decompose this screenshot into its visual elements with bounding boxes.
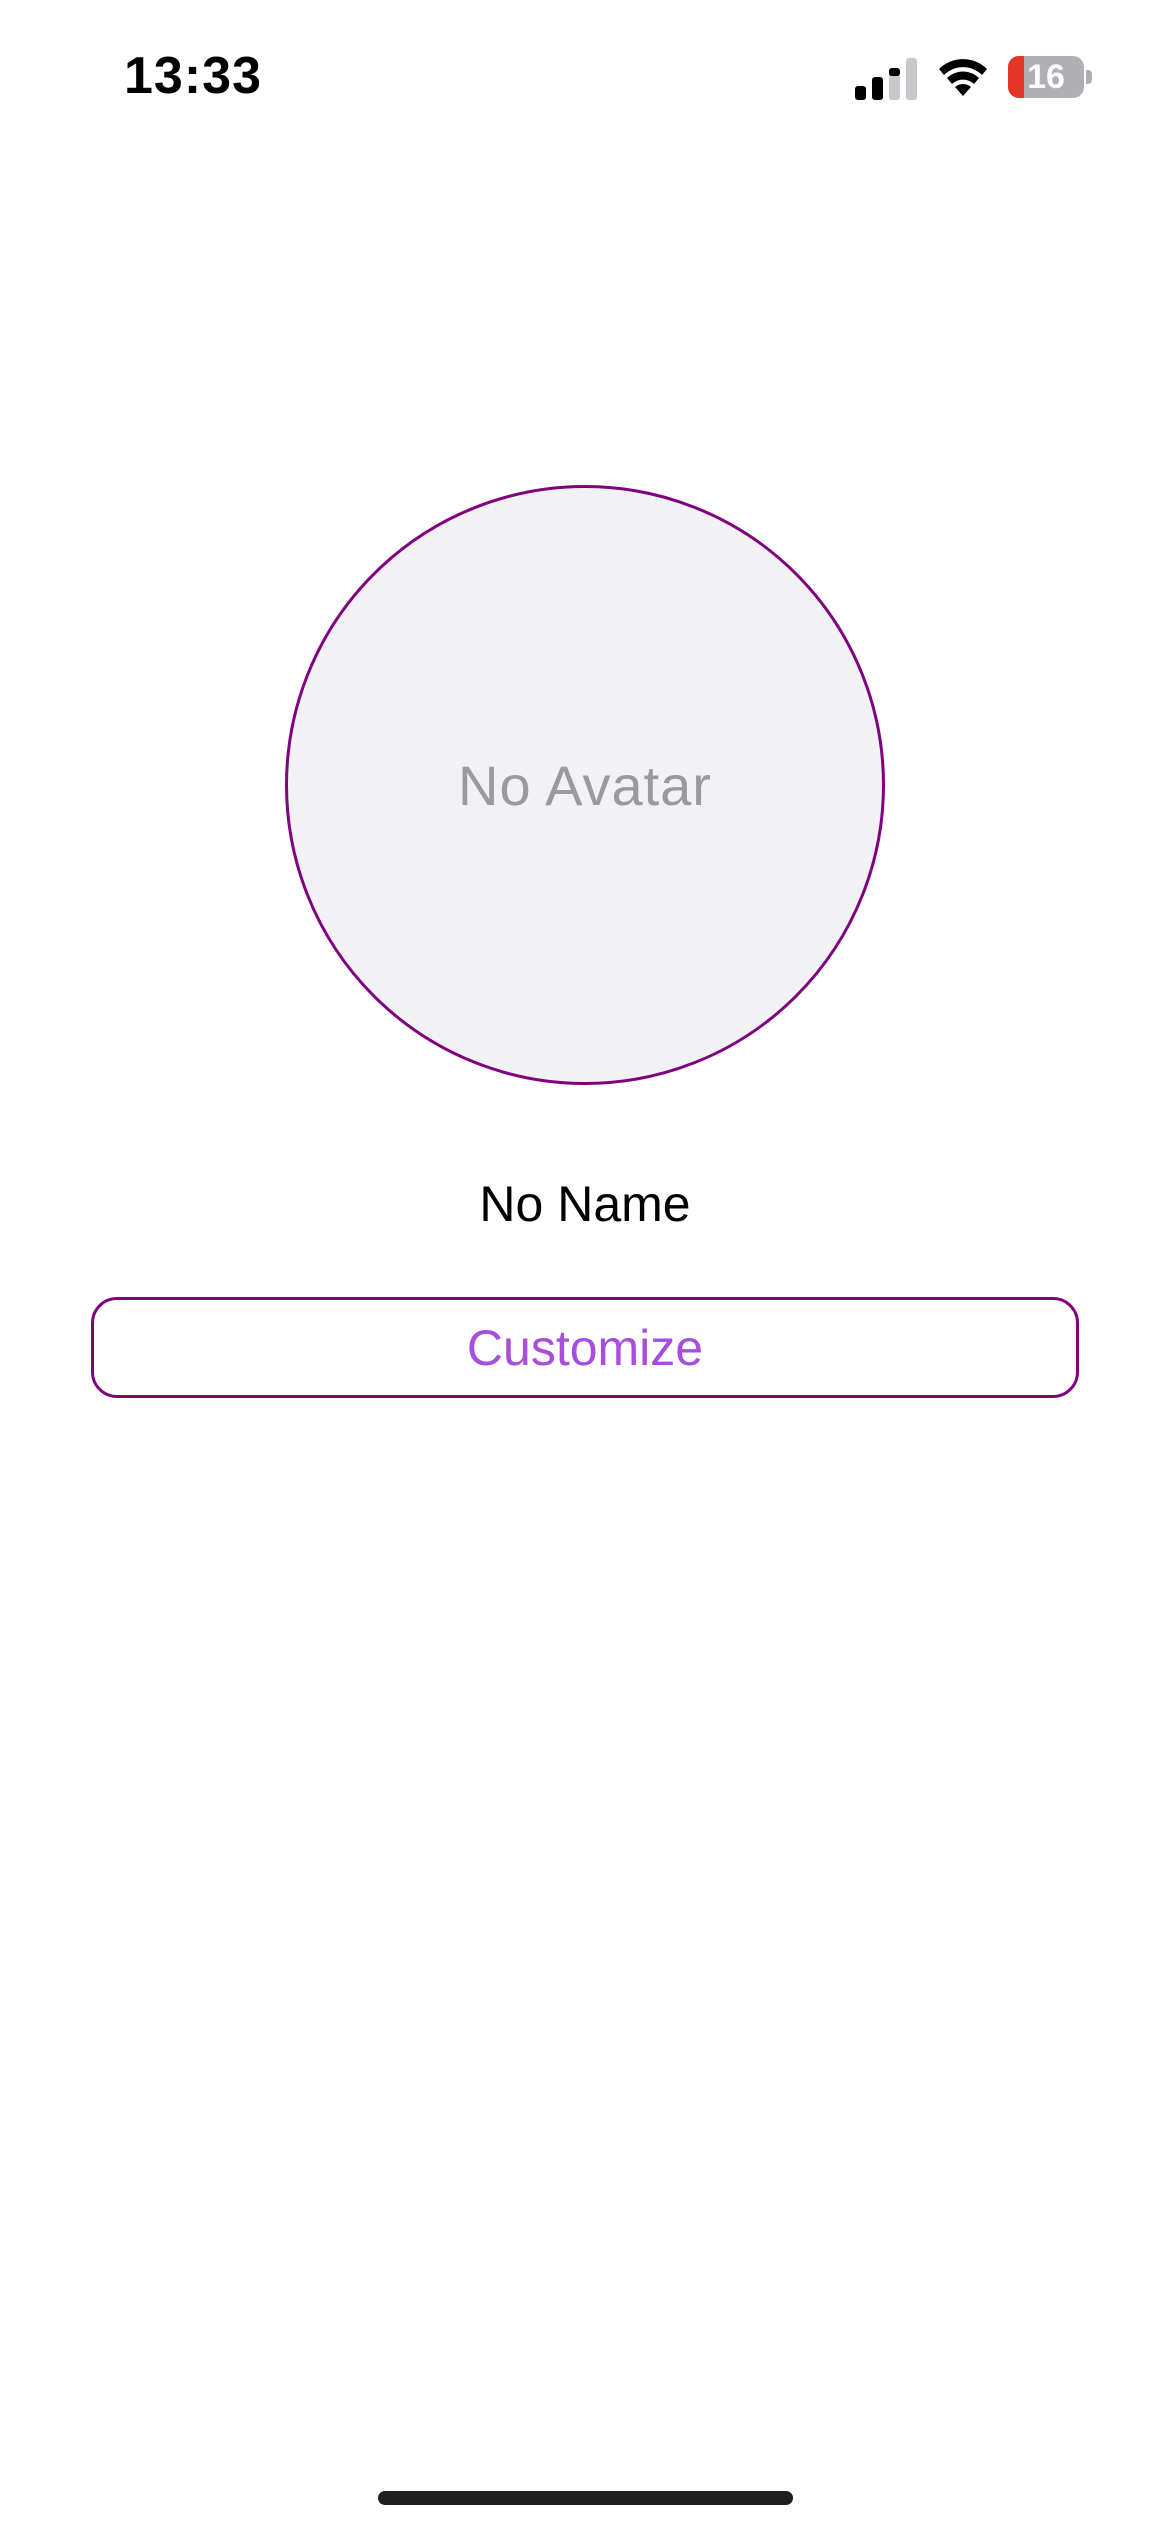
signal-icon	[855, 58, 917, 100]
wifi-icon	[939, 59, 987, 96]
avatar-placeholder-text: No Avatar	[458, 753, 712, 817]
battery-icon: 16	[1008, 56, 1092, 98]
battery-tip	[1086, 70, 1092, 84]
battery-level-text: 16	[1027, 58, 1065, 96]
avatar[interactable]: No Avatar	[285, 485, 885, 1085]
customize-button[interactable]: Customize	[91, 1297, 1079, 1398]
status-bar: 13:33 16	[0, 0, 1170, 150]
status-time: 13:33	[124, 47, 262, 105]
profile-name: No Name	[479, 1176, 691, 1232]
home-indicator[interactable]	[378, 2491, 793, 2505]
